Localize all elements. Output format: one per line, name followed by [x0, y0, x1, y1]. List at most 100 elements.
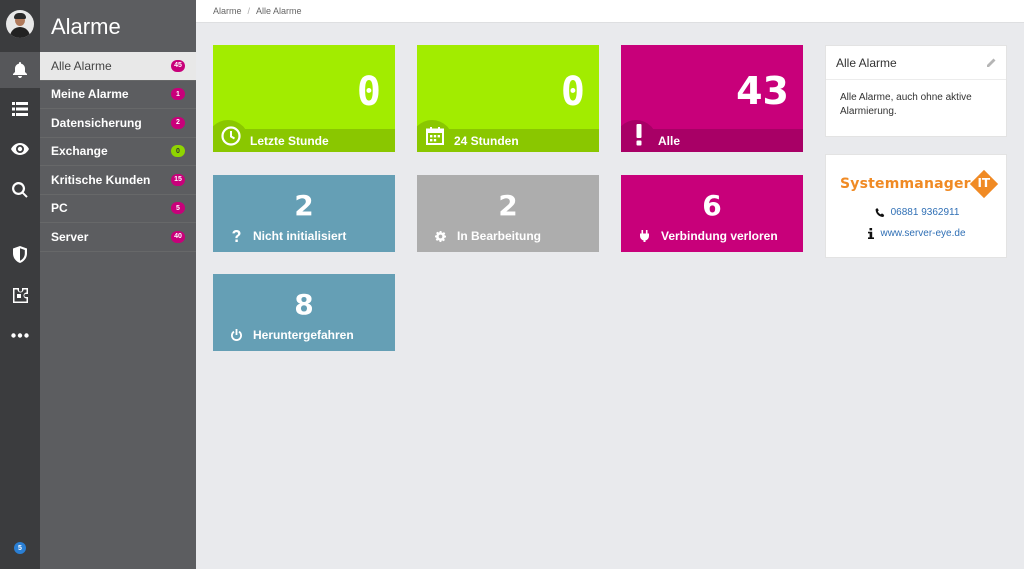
tile-label-row: Nicht initialisiert — [229, 229, 346, 243]
tile-in-progress[interactable]: 2 In Bearbeitung — [417, 175, 599, 252]
nav-item-all-alarms[interactable]: Alle Alarme 45 — [40, 52, 196, 81]
nav-item-count: 15 — [171, 173, 185, 186]
nav-item-count: 2 — [171, 116, 185, 129]
tile-value: 0 — [356, 69, 381, 115]
notification-badge[interactable]: 5 — [14, 542, 26, 554]
tile-label: Verbindung verloren — [661, 229, 778, 243]
tile-value: 0 — [560, 69, 585, 115]
rail-watch[interactable] — [0, 131, 40, 167]
gear-icon — [434, 230, 446, 242]
icon-rail: 5 — [0, 0, 40, 569]
eye-icon — [11, 143, 29, 155]
tile-icon-wrap — [229, 329, 243, 341]
brand-logo-badge: IT — [977, 176, 991, 190]
nav-item-label: PC — [51, 201, 68, 216]
brand-phone-row: 06881 9362911 — [826, 207, 1008, 218]
list-icon — [12, 102, 28, 116]
pencil-icon[interactable] — [986, 58, 996, 68]
rail-plugins[interactable] — [0, 277, 40, 313]
nav-item-backup[interactable]: Datensicherung 2 — [40, 109, 196, 138]
nav-item-label: Kritische Kunden — [51, 172, 151, 187]
nav-item-exchange[interactable]: Exchange 0 — [40, 138, 196, 166]
tile-icon-circle — [621, 120, 657, 152]
tile-value: 43 — [736, 69, 789, 113]
tile-label: Heruntergefahren — [253, 328, 354, 342]
breadcrumb-separator: / — [247, 6, 251, 16]
brand-logo-diamond: IT — [969, 169, 999, 199]
tile-icon-wrap — [637, 230, 651, 242]
tile-not-initialized[interactable]: 2 Nicht initialisiert — [213, 175, 395, 252]
avatar[interactable] — [6, 10, 34, 38]
phone-icon-wrap — [875, 207, 885, 218]
tile-value: 6 — [702, 189, 722, 222]
search-icon — [12, 182, 28, 198]
shield-icon — [13, 245, 27, 263]
tile-shutdown[interactable]: 8 Heruntergefahren — [213, 274, 395, 351]
alarm-nav: Alarme Alle Alarme 45 Meine Alarme 1 Dat… — [40, 0, 196, 569]
brand-logo: Systemmanager IT — [840, 169, 999, 199]
bell-icon — [13, 62, 27, 78]
nav-item-label: Alle Alarme — [51, 58, 112, 73]
nav-title: Alarme — [51, 14, 121, 39]
breadcrumb-alarms[interactable]: Alarme — [213, 6, 242, 16]
nav-list: Alle Alarme 45 Meine Alarme 1 Datensiche… — [40, 52, 196, 252]
tile-icon-wrap — [229, 230, 243, 242]
tile-value: 2 — [498, 189, 518, 222]
tile-value: 8 — [294, 288, 314, 321]
tile-24-hours[interactable]: 0 24 Stunden — [417, 45, 599, 152]
nav-item-server[interactable]: Server 40 — [40, 223, 196, 252]
rail-search[interactable] — [0, 172, 40, 208]
exclamation-icon — [636, 124, 642, 146]
rail-alarms[interactable] — [0, 52, 40, 88]
tile-icon-circle — [213, 120, 249, 152]
info-card: Alle Alarme Alle Alarme, auch ohne aktiv… — [825, 45, 1007, 137]
more-icon — [11, 332, 29, 338]
puzzle-icon — [12, 287, 28, 303]
rail-more[interactable] — [0, 317, 40, 353]
tile-label-row: Verbindung verloren — [637, 229, 778, 243]
tile-label: Nicht initialisiert — [253, 229, 347, 243]
clock-icon — [221, 126, 241, 146]
nav-item-count: 0 — [171, 145, 185, 158]
plug-icon — [639, 230, 649, 242]
tile-icon-circle — [417, 120, 453, 152]
brand-card: Systemmanager IT 06881 9362911 www.serve… — [825, 154, 1007, 258]
phone-icon — [875, 207, 884, 217]
rail-security[interactable] — [0, 236, 40, 272]
nav-item-label: Datensicherung — [51, 115, 142, 130]
tile-label: Letzte Stunde — [250, 133, 329, 148]
tile-last-hour[interactable]: 0 Letzte Stunde — [213, 45, 395, 152]
brand-phone[interactable]: 06881 9362911 — [891, 207, 960, 218]
nav-item-my-alarms[interactable]: Meine Alarme 1 — [40, 81, 196, 109]
nav-item-count: 45 — [171, 59, 185, 72]
nav-item-count: 40 — [171, 230, 185, 243]
tile-label-row: In Bearbeitung — [433, 229, 541, 243]
breadcrumb: Alarme / Alle Alarme — [196, 0, 1024, 23]
tile-label: 24 Stunden — [454, 133, 519, 148]
tile-label: Alle — [658, 133, 681, 148]
brand-website-link[interactable]: www.server-eye.de — [880, 228, 965, 239]
info-card-description: Alle Alarme, auch ohne aktive Alarmierun… — [840, 92, 972, 117]
tile-value: 2 — [294, 189, 314, 222]
nav-item-pc[interactable]: PC 5 — [40, 195, 196, 223]
nav-item-label: Server — [51, 229, 89, 244]
tile-all[interactable]: 43 Alle — [621, 45, 803, 152]
tile-icon-wrap — [433, 230, 447, 242]
breadcrumb-all-alarms: Alle Alarme — [256, 6, 302, 16]
nav-item-count: 5 — [171, 202, 185, 215]
tile-label-row: Heruntergefahren — [229, 328, 354, 342]
rail-list[interactable] — [0, 91, 40, 127]
brand-logo-text: Systemmanager — [840, 176, 971, 192]
brand-website-row: www.server-eye.de — [826, 228, 1008, 239]
question-icon — [231, 230, 240, 242]
info-icon-wrap — [868, 228, 875, 239]
tile-connection-lost[interactable]: 6 Verbindung verloren — [621, 175, 803, 252]
info-card-header: Alle Alarme — [826, 46, 1006, 80]
info-card-title: Alle Alarme — [836, 55, 897, 70]
nav-item-count: 1 — [171, 88, 185, 101]
nav-item-label: Meine Alarme — [51, 87, 129, 102]
nav-item-label: Exchange — [51, 144, 108, 159]
power-icon — [230, 329, 242, 341]
nav-item-critical-customers[interactable]: Kritische Kunden 15 — [40, 166, 196, 195]
info-icon — [868, 228, 875, 239]
